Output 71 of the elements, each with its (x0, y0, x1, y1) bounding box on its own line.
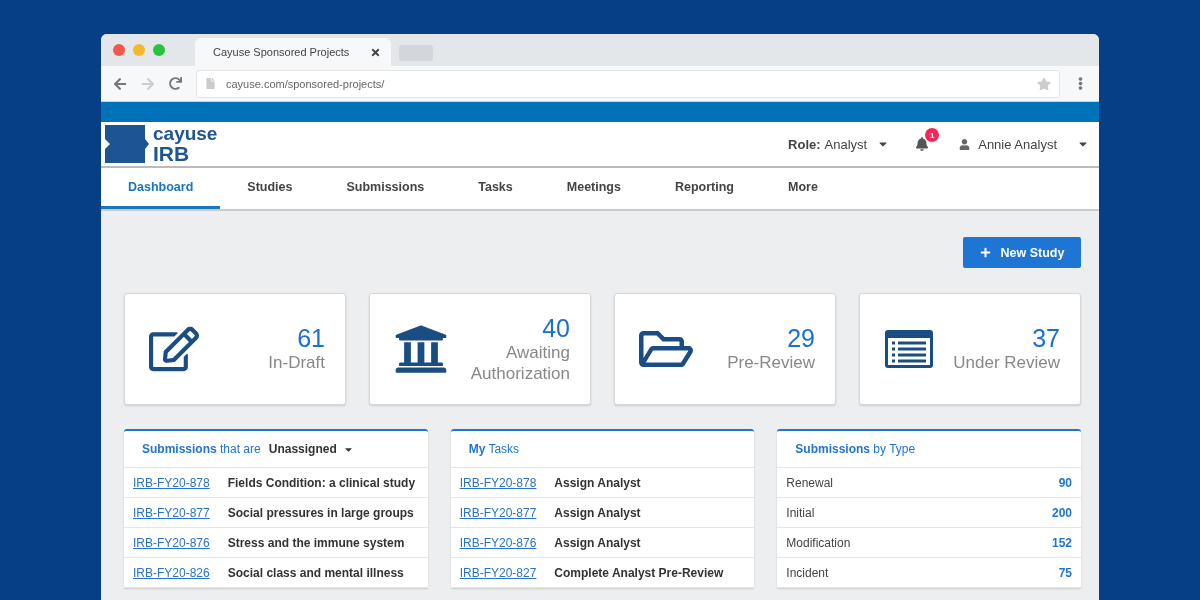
notification-badge: 1 (925, 128, 940, 142)
row-text: Assign Analyst (554, 505, 641, 520)
minimize-dot-icon[interactable] (133, 44, 145, 56)
row-text: Social class and mental illness (227, 565, 404, 580)
nav-tab[interactable]: Studies (220, 168, 320, 209)
submission-link[interactable]: IRB-FY20-877 (133, 505, 210, 520)
stat-card[interactable]: 29 Pre-Review (614, 293, 836, 405)
nav-tab[interactable]: Submissions (319, 168, 452, 209)
row-text: Fields Condition: a clinical study (227, 475, 416, 490)
back-icon[interactable] (113, 76, 127, 91)
type-label: Renewal (786, 475, 835, 490)
submission-link[interactable]: IRB-FY20-827 (459, 565, 537, 580)
type-count: 75 (1058, 565, 1072, 580)
close-icon[interactable] (370, 46, 381, 58)
row-text: Assign Analyst (554, 535, 641, 550)
bookmark-star-icon[interactable] (1037, 76, 1051, 91)
plus-icon (979, 247, 991, 258)
forward-icon[interactable] (141, 76, 155, 91)
stat-label: Under Review (953, 353, 1060, 374)
panel-title: Submissions by Type (795, 442, 916, 456)
user-menu[interactable]: Annie Analyst (959, 136, 1089, 152)
type-count: 200 (1051, 505, 1072, 520)
nav-tab[interactable]: Dashboard (101, 168, 221, 209)
row-text: Assign Analyst (554, 475, 641, 490)
type-count: 152 (1051, 535, 1072, 550)
type-count: 90 (1058, 475, 1072, 490)
new-study-button[interactable]: New Study (963, 237, 1081, 268)
close-dot-icon[interactable] (113, 44, 125, 56)
stat-count: 37 (1032, 324, 1060, 354)
row-text: Complete Analyst Pre-Review (554, 565, 724, 580)
submission-link[interactable]: IRB-FY20-878 (133, 475, 210, 490)
logo-mark-icon (105, 125, 149, 163)
type-label: Modification (786, 535, 852, 550)
type-label: Initial (786, 505, 816, 520)
role-dropdown[interactable]: Role: Analyst (788, 136, 890, 152)
user-name: Annie Analyst (978, 136, 1057, 152)
browser-tab[interactable]: Cayuse Sponsored Projects (195, 38, 391, 66)
address-bar[interactable]: cayuse.com/sponsored-projects/ (196, 69, 1060, 98)
nav-tab[interactable]: Meetings (539, 168, 648, 209)
filter-dropdown[interactable]: Unassigned (268, 442, 354, 456)
submission-link[interactable]: IRB-FY20-878 (459, 475, 537, 490)
maximize-dot-icon[interactable] (153, 44, 165, 56)
stat-count: 61 (297, 324, 325, 354)
row-text: Social pressures in large groups (227, 505, 414, 520)
notification-bell-icon[interactable] (915, 137, 930, 151)
stat-label: In-Draft (268, 353, 325, 374)
submission-link[interactable]: IRB-FY20-876 (133, 535, 210, 550)
edit-icon (149, 324, 199, 374)
type-label: Incident (786, 565, 830, 580)
stat-label: Pre-Review (727, 353, 815, 374)
panel-title: My Tasks (468, 442, 520, 456)
page-icon (205, 78, 216, 89)
nav-tab[interactable]: Reporting (647, 168, 761, 209)
submission-link[interactable]: IRB-FY20-876 (459, 535, 537, 550)
panel-title: Submissions that are (142, 442, 261, 456)
row-text: Stress and the immune system (227, 535, 405, 550)
stat-count: 40 (542, 314, 570, 344)
submission-link[interactable]: IRB-FY20-826 (133, 565, 210, 580)
nav-tab[interactable]: More (761, 168, 845, 209)
submission-link[interactable]: IRB-FY20-877 (459, 505, 537, 520)
stat-label: Awaiting Authorization (469, 343, 570, 384)
tab-title: Cayuse Sponsored Projects (213, 46, 350, 58)
logo[interactable]: cayuse IRB (105, 124, 218, 164)
list-window-icon (884, 329, 934, 369)
reload-icon[interactable] (169, 77, 182, 90)
stat-card[interactable]: 37 Under Review (859, 293, 1081, 405)
user-icon (959, 138, 971, 150)
stat-card[interactable]: 61 In-Draft (124, 293, 346, 405)
stat-card[interactable]: 40 Awaiting Authorization (369, 293, 591, 405)
nav-tab[interactable]: Tasks (451, 168, 540, 209)
stat-count: 29 (787, 324, 815, 354)
